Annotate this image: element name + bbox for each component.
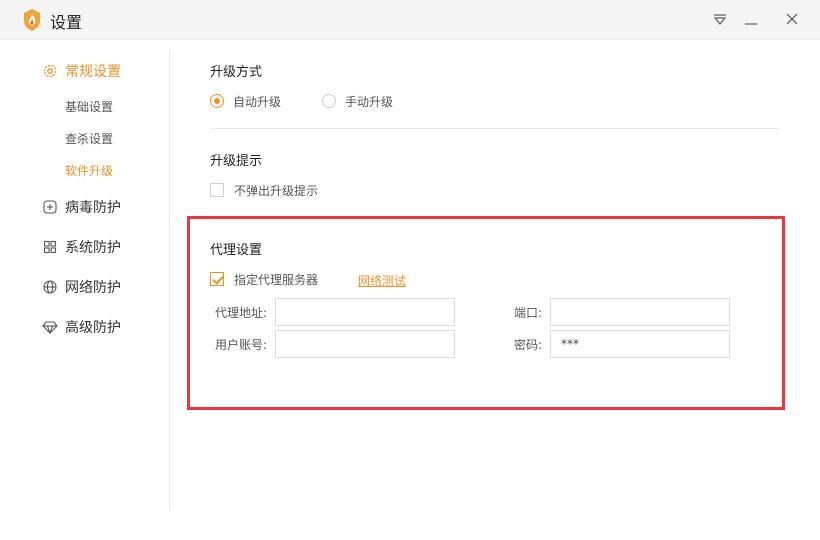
network-test-link[interactable]: 网络测试 [358, 272, 406, 289]
checkbox-label: 指定代理服务器 [234, 272, 319, 287]
sidebar-item-general[interactable]: 常规设置 [42, 60, 121, 82]
radio-label: 手动升级 [345, 94, 394, 109]
sidebar: 常规设置 基础设置 查杀设置 软件升级 病毒防护 系统防护 网络防护 高级防护 [0, 40, 170, 510]
sidebar-subitem-upgrade[interactable]: 软件升级 [65, 162, 113, 179]
windows-grid-icon [43, 240, 57, 254]
username-label: 用户账号: [215, 338, 268, 352]
upgrade-notice-title: 升级提示 [210, 154, 263, 169]
radio-auto-upgrade[interactable]: 自动升级 [210, 92, 281, 110]
checkbox-label: 不弹出升级提示 [234, 183, 319, 198]
sidebar-item-label: 高级防护 [65, 320, 121, 336]
sidebar-item-network[interactable]: 网络防护 [42, 276, 121, 298]
password-input[interactable]: *** [550, 330, 730, 358]
proxy-address-label: 代理地址: [215, 306, 268, 320]
sidebar-item-label: 网络防护 [65, 280, 121, 296]
globe-icon [43, 280, 57, 294]
sidebar-item-advanced[interactable]: 高级防护 [42, 316, 121, 338]
section-divider [210, 128, 780, 129]
gear-icon [43, 64, 57, 78]
sidebar-item-label: 系统防护 [65, 240, 121, 256]
close-icon[interactable] [781, 8, 803, 30]
diamond-icon [42, 321, 58, 335]
sidebar-subitem-basic[interactable]: 基础设置 [65, 98, 113, 115]
dropdown-menu-icon[interactable] [709, 8, 731, 30]
sidebar-subitem-scan[interactable]: 查杀设置 [65, 130, 113, 147]
checkbox[interactable] [210, 183, 224, 197]
settings-window: 设置 常规设置 基础设置 查杀设置 软件升级 病毒防护 系统防护 网络防护 高级… [0, 0, 820, 540]
sidebar-item-virus[interactable]: 病毒防护 [42, 196, 121, 218]
title-bar: 设置 [0, 0, 820, 40]
sidebar-item-label: 常规设置 [65, 64, 121, 80]
sidebar-item-system[interactable]: 系统防护 [42, 236, 121, 258]
checkbox[interactable] [210, 272, 224, 286]
checkbox-no-upgrade-popup[interactable]: 不弹出升级提示 [210, 181, 318, 199]
window-title: 设置 [50, 13, 83, 32]
radio-label: 自动升级 [233, 94, 282, 109]
app-logo-icon [24, 9, 40, 31]
radio-button[interactable] [210, 94, 224, 108]
plus-square-icon [43, 200, 57, 214]
proxy-title: 代理设置 [210, 243, 263, 258]
minimize-icon[interactable] [740, 8, 762, 30]
radio-manual-upgrade[interactable]: 手动升级 [322, 92, 393, 110]
sidebar-divider [169, 50, 170, 510]
port-input[interactable] [550, 298, 730, 326]
radio-button[interactable] [322, 94, 336, 108]
username-input[interactable] [275, 330, 455, 358]
upgrade-method-title: 升级方式 [210, 65, 263, 80]
sidebar-item-label: 病毒防护 [65, 200, 121, 216]
proxy-address-input[interactable] [275, 298, 455, 326]
port-label: 端口: [514, 306, 543, 320]
checkbox-use-proxy[interactable]: 指定代理服务器 [210, 270, 318, 288]
password-label: 密码: [514, 338, 543, 352]
